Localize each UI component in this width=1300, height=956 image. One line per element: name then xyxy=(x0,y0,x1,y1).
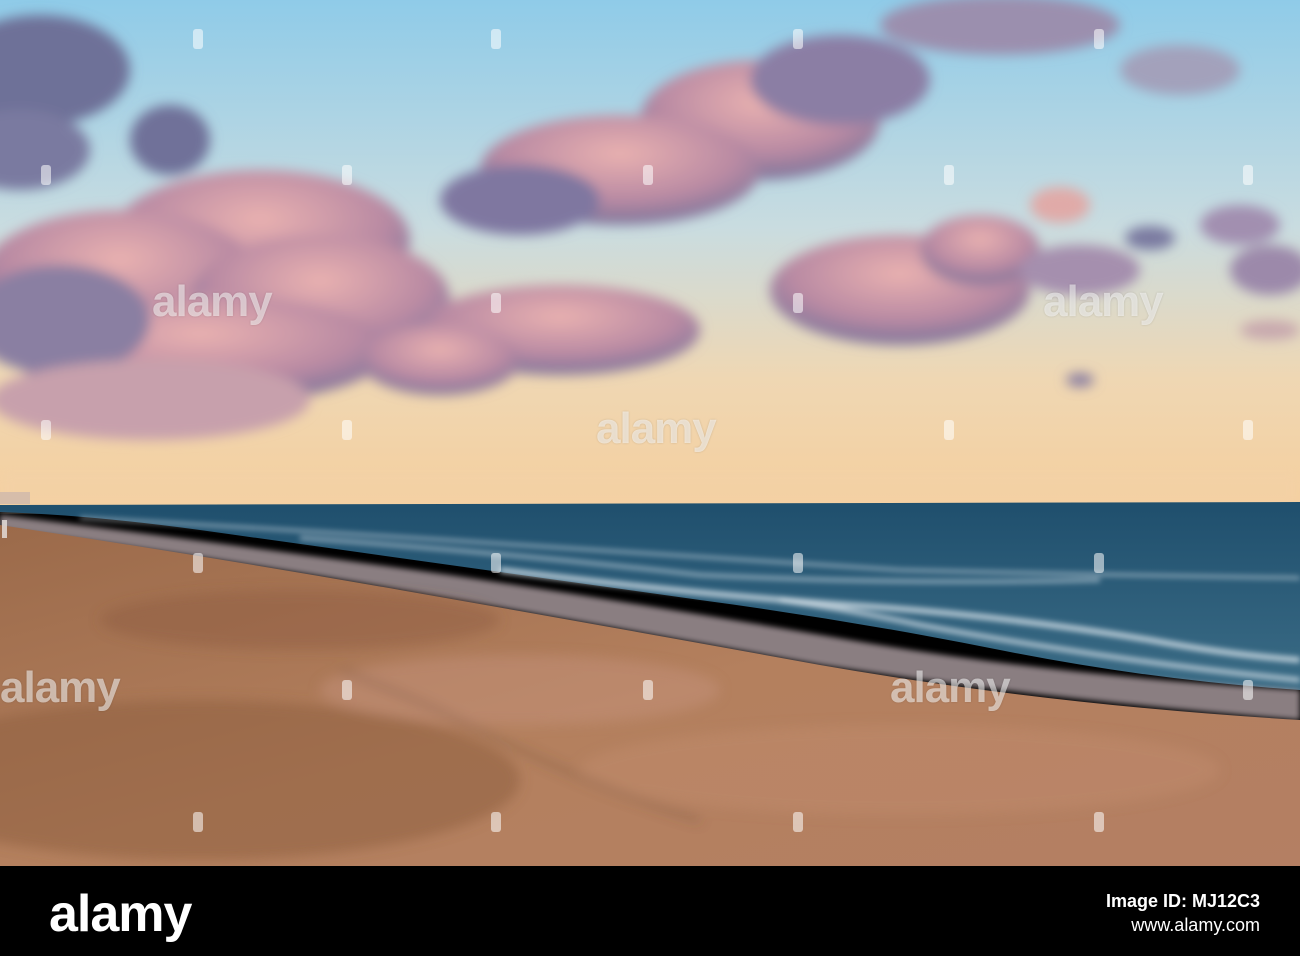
scene xyxy=(0,0,1300,866)
footer-info: Image ID: MJ12C3 www.alamy.com xyxy=(1106,890,1260,938)
footer-bar: alamy Image ID: MJ12C3 www.alamy.com xyxy=(0,866,1300,956)
beach-post xyxy=(2,520,7,538)
alamy-logo: alamy xyxy=(49,885,192,943)
distant-buildings xyxy=(0,492,30,504)
beach-sunset-photo xyxy=(0,0,1300,866)
site-url: www.alamy.com xyxy=(1131,915,1260,935)
photo-frame: alamy alamy alamy alamy alamy alamy Imag… xyxy=(0,0,1300,956)
image-id: Image ID: MJ12C3 xyxy=(1105,891,1260,911)
